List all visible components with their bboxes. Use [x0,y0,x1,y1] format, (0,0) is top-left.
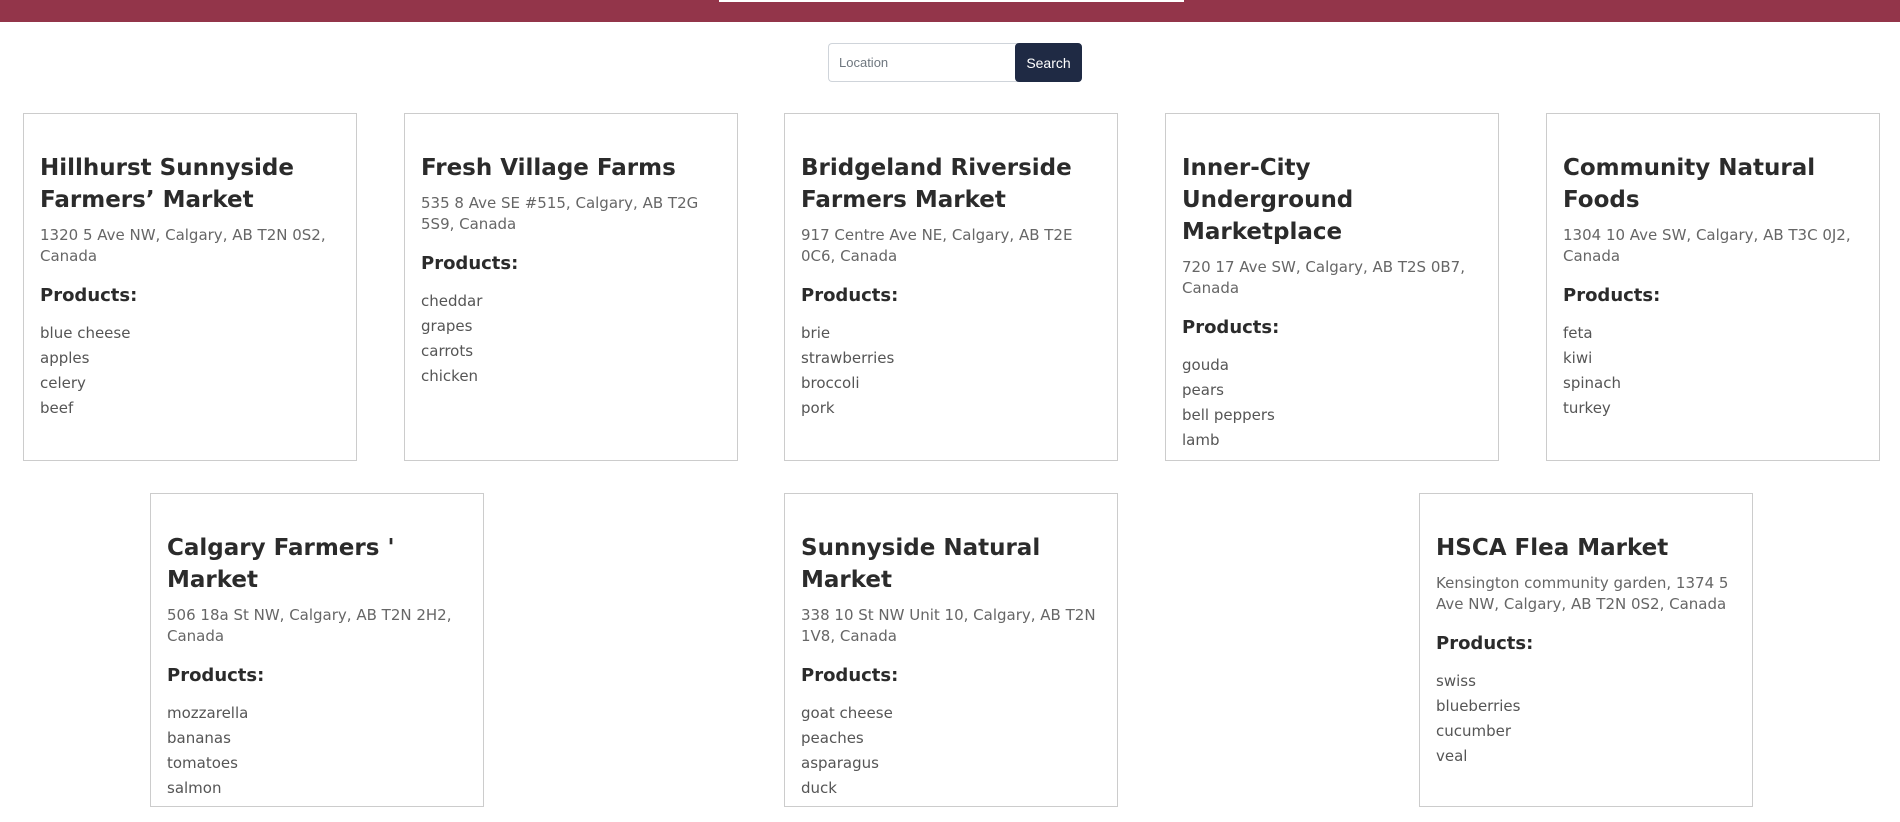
product-item: blueberries [1436,697,1521,715]
market-address: 1320 5 Ave NW, Calgary, AB T2N 0S2, Cana… [40,226,326,265]
market-name: Fresh Village Farms [421,155,676,181]
product-item: cheddar [421,292,483,310]
product-list: brie strawberries broccoli pork [801,321,1101,421]
product-list: goat cheese peaches asparagus duck [801,701,1101,801]
market-name: Community Natural Foods [1563,155,1816,213]
market-card: Hillhurst Sunnyside Farmers’ Market 1320… [23,113,357,461]
product-item: pears [1182,381,1224,399]
product-item: veal [1436,747,1468,765]
market-card: Bridgeland Riverside Farmers Market 917 … [784,113,1118,461]
product-item: grapes [421,317,473,335]
products-heading: Products: [1436,633,1534,654]
product-item: mozzarella [167,704,249,722]
product-item: cucumber [1436,722,1512,740]
market-address: 720 17 Ave SW, Calgary, AB T2S 0B7, Cana… [1182,258,1465,297]
product-item: pork [801,399,835,417]
product-item: strawberries [801,349,895,367]
product-item: salmon [167,779,222,797]
market-card: Calgary Farmers ' Market 506 18a St NW, … [150,493,484,807]
product-list: cheddar grapes carrots chicken [421,289,721,389]
search-button[interactable]: Search [1015,43,1082,82]
market-address: 338 10 St NW Unit 10, Calgary, AB T2N 1V… [801,606,1096,645]
product-item: peaches [801,729,864,747]
market-address: Kensington community garden, 1374 5 Ave … [1436,574,1729,613]
product-item: carrots [421,342,474,360]
product-item: goat cheese [801,704,893,722]
product-item: bananas [167,729,231,747]
market-card: Community Natural Foods 1304 10 Ave SW, … [1546,113,1880,461]
product-item: spinach [1563,374,1621,392]
market-card: Sunnyside Natural Market 338 10 St NW Un… [784,493,1118,807]
header-underline [719,0,1184,2]
products-heading: Products: [1563,285,1661,306]
market-name: Bridgeland Riverside Farmers Market [801,155,1072,213]
market-address: 917 Centre Ave NE, Calgary, AB T2E 0C6, … [801,226,1073,265]
product-item: brie [801,324,831,342]
products-heading: Products: [421,253,519,274]
products-heading: Products: [1182,317,1280,338]
market-address: 1304 10 Ave SW, Calgary, AB T3C 0J2, Can… [1563,226,1851,265]
market-name: Inner-City Underground Marketplace [1182,155,1354,245]
location-search-input[interactable] [828,43,1018,82]
product-item: tomatoes [167,754,238,772]
product-list: gouda pears bell peppers lamb [1182,353,1482,453]
product-item: gouda [1182,356,1229,374]
market-name: HSCA Flea Market [1436,535,1669,561]
product-item: broccoli [801,374,860,392]
products-heading: Products: [801,285,899,306]
product-item: duck [801,779,837,797]
product-item: apples [40,349,90,367]
product-item: chicken [421,367,479,385]
product-list: blue cheese apples celery beef [40,321,340,421]
market-name: Hillhurst Sunnyside Farmers’ Market [40,155,294,213]
product-item: asparagus [801,754,879,772]
product-item: lamb [1182,431,1220,449]
product-item: beef [40,399,74,417]
product-item: bell peppers [1182,406,1275,424]
product-item: turkey [1563,399,1611,417]
market-address: 506 18a St NW, Calgary, AB T2N 2H2, Cana… [167,606,452,645]
product-list: mozzarella bananas tomatoes salmon [167,701,467,801]
market-card: Fresh Village Farms 535 8 Ave SE #515, C… [404,113,738,461]
product-list: swiss blueberries cucumber veal [1436,669,1736,769]
products-heading: Products: [40,285,138,306]
location-search-form: Search [828,43,1082,82]
top-header-bar [0,0,1900,22]
product-item: swiss [1436,672,1476,690]
market-address: 535 8 Ave SE #515, Calgary, AB T2G 5S9, … [421,194,699,233]
products-heading: Products: [167,665,265,686]
market-name: Sunnyside Natural Market [801,535,1041,593]
product-list: feta kiwi spinach turkey [1563,321,1863,421]
market-card: HSCA Flea Market Kensington community ga… [1419,493,1753,807]
product-item: kiwi [1563,349,1593,367]
product-item: celery [40,374,86,392]
products-heading: Products: [801,665,899,686]
market-name: Calgary Farmers ' Market [167,535,395,593]
product-item: blue cheese [40,324,131,342]
product-item: feta [1563,324,1593,342]
market-card: Inner-City Underground Marketplace 720 1… [1165,113,1499,461]
